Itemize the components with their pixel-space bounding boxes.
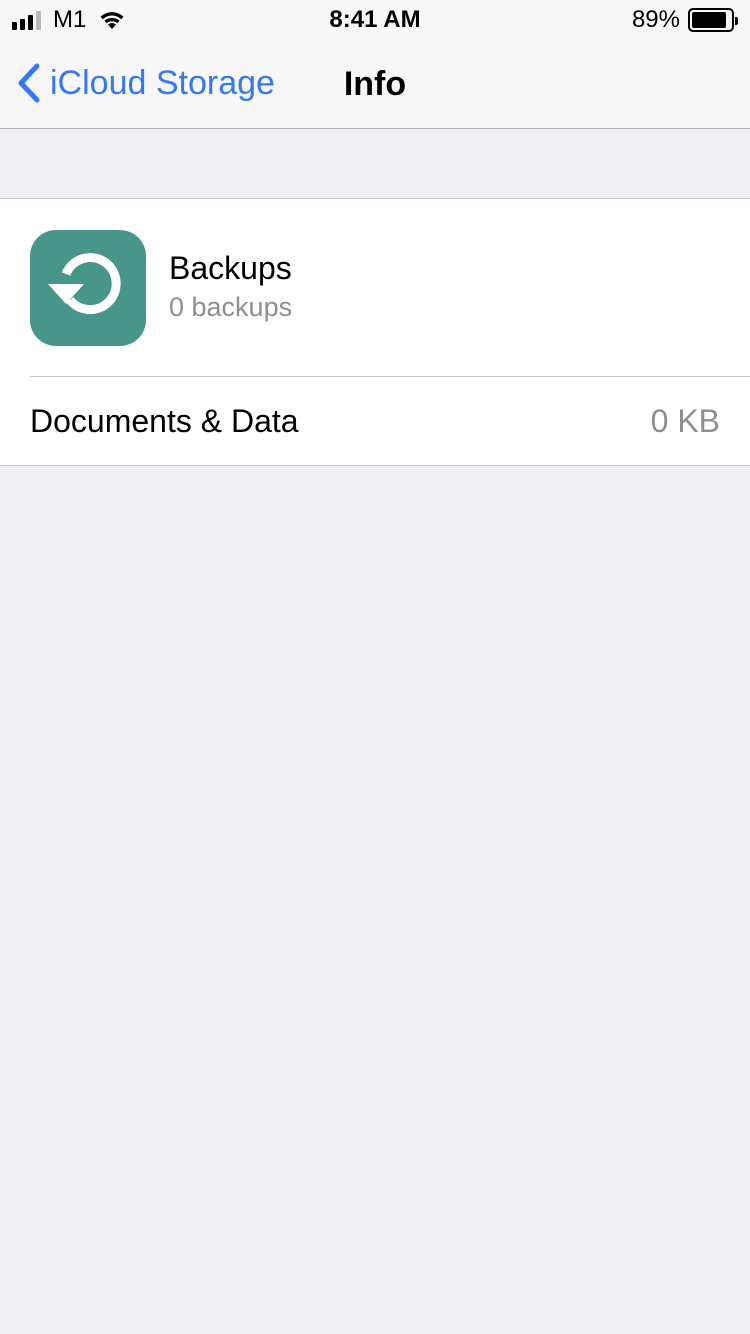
battery-level bbox=[692, 12, 726, 28]
page-title: Info bbox=[0, 64, 750, 104]
battery-percent: 89% bbox=[631, 6, 680, 33]
backup-restore-icon bbox=[30, 230, 146, 346]
backups-title: Backups bbox=[169, 250, 292, 286]
status-right: 89% bbox=[631, 6, 738, 33]
battery-icon bbox=[688, 8, 738, 32]
battery-tip bbox=[735, 17, 738, 25]
list-item-documents-data: Documents & Data 0 KB bbox=[0, 377, 750, 465]
documents-data-label: Documents & Data bbox=[30, 403, 299, 439]
documents-data-size: 0 KB bbox=[650, 403, 720, 439]
storage-info-list: Backups 0 backups Documents & Data 0 KB bbox=[0, 198, 750, 466]
navigation-bar: iCloud Storage Info bbox=[0, 40, 750, 129]
page-title-text: Info bbox=[343, 65, 407, 103]
screen: M1 8:41 AM 89% iCloud Storage Info Backu… bbox=[0, 0, 750, 1334]
backups-count: 0 backups bbox=[169, 292, 293, 322]
status-bar: M1 8:41 AM 89% bbox=[0, 0, 750, 40]
list-item-backups[interactable]: Backups 0 backups bbox=[0, 199, 750, 376]
